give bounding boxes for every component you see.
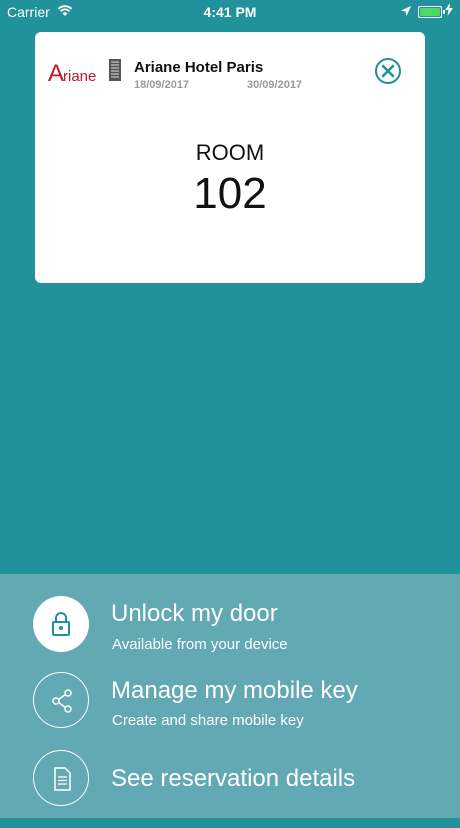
close-button[interactable] [375,58,401,84]
building-icon [108,59,122,81]
end-date: 30/09/2017 [247,79,303,91]
manage-mobile-key-action[interactable]: Manage my mobile key Create and share mo… [0,671,460,751]
hotel-name: Ariane Hotel Paris [134,59,264,76]
manage-mobile-key-subtitle: Create and share mobile key [112,712,304,729]
battery-icon [418,6,445,18]
unlock-door-action[interactable]: Unlock my door Available from your devic… [0,594,460,674]
manage-mobile-key-title: Manage my mobile key [111,677,358,704]
location-icon [400,4,412,20]
unlock-door-title: Unlock my door [111,600,278,627]
room-number: 102 [193,169,267,218]
reservation-details-title: See reservation details [111,765,356,792]
status-bar: Carrier 4:41 PM [0,0,460,24]
logo-letter-a: A [48,60,64,86]
room-label: ROOM [195,140,265,165]
lock-icon [33,596,89,652]
charging-icon [445,3,453,19]
unlock-door-subtitle: Available from your device [112,636,288,653]
close-icon [381,64,395,78]
logo-word: riane [63,68,96,85]
reservation-card[interactable]: A riane Ariane Hotel Paris 18/09/2017 30… [35,32,425,283]
document-icon [33,750,89,806]
share-icon [33,672,89,728]
reservation-details-action[interactable]: See reservation details [0,748,460,828]
actions-panel: Unlock my door Available from your devic… [0,574,460,818]
status-time: 4:41 PM [203,4,257,20]
start-date: 18/09/2017 [134,79,190,91]
